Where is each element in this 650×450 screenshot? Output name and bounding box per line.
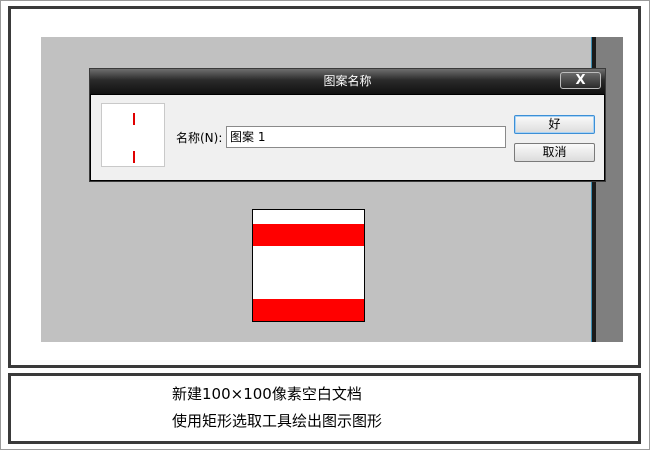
pattern-preview [101,103,165,167]
pattern-stripe-bottom [253,299,364,321]
pattern-canvas [252,209,365,322]
name-label: 名称(N): [176,131,223,145]
close-button[interactable]: X [560,72,601,89]
cancel-button[interactable]: 取消 [514,143,595,162]
ok-button[interactable]: 好 [514,115,595,134]
pattern-stripe-top [253,224,364,246]
dialog-titlebar[interactable]: 图案名称 X [90,69,605,94]
caption-line-1: 新建100×100像素空白文档 [172,385,362,403]
preview-mark-top [133,113,135,125]
name-input[interactable]: 图案 1 [226,126,506,148]
preview-mark-bottom [133,151,135,163]
close-icon: X [575,73,586,88]
dialog-body: 名称(N): 图案 1 好 取消 [91,95,604,180]
dialog-title: 图案名称 [323,74,372,88]
caption-line-2: 使用矩形选取工具绘出图示图形 [172,412,383,430]
pattern-name-dialog: 图案名称 X 名称(N): 图案 1 好 取消 [89,68,606,182]
